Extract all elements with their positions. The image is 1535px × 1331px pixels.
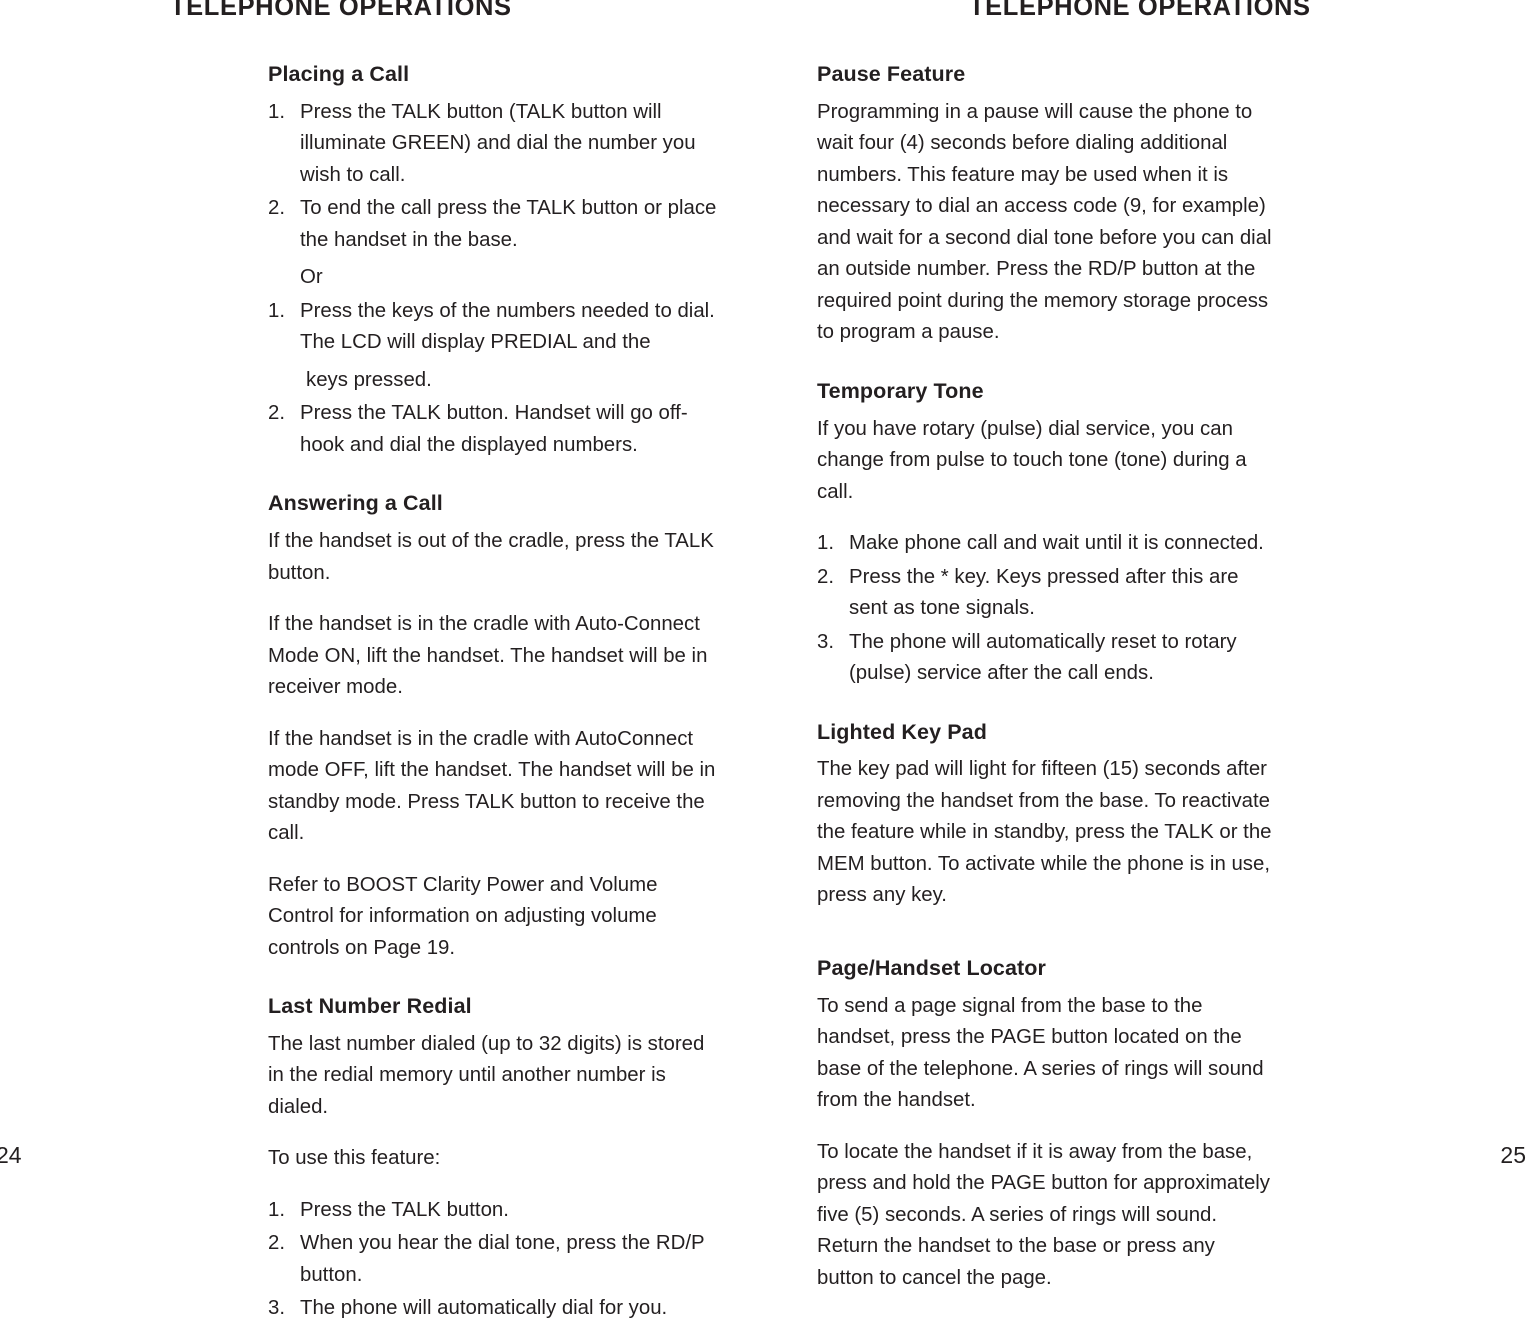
section-heading-placing-a-call: Placing a Call (268, 62, 410, 86)
list-item-text: When you hear the dial tone, press the R… (300, 1232, 705, 1286)
list-item-text: Press the keys of the numbers needed to … (300, 299, 715, 354)
list-item-text: To end the call press the TALK button or… (300, 197, 717, 251)
placing-a-call-steps-second: 1. Press the keys of the numbers needed … (268, 296, 720, 359)
right-page-column: Pause Feature Programming in a pause wil… (817, 62, 1277, 1314)
paragraph: To send a page signal from the base to t… (817, 994, 1264, 1112)
list-item: 1. Make phone call and wait until it is … (817, 528, 1277, 560)
paragraph: If the handset is out of the cradle, pre… (268, 530, 714, 584)
left-page-column: Placing a Call 1. Press the TALK button … (268, 62, 720, 1331)
section-heading-pause-feature: Pause Feature (817, 62, 966, 86)
list-item: 1. Press the TALK button. (268, 1195, 720, 1227)
list-number: 3. (817, 630, 835, 653)
list-item: 3. The phone will automatically dial for… (268, 1293, 720, 1325)
list-item-text: The phone will automatically dial for yo… (300, 1297, 668, 1320)
paragraph: If you have rotary (pulse) dial service,… (817, 417, 1247, 503)
page-number-right: 25 (1500, 1142, 1526, 1168)
list-item: 1. Press the TALK button (TALK button wi… (268, 97, 720, 192)
list-item: 2. Press the * key. Keys pressed after t… (817, 562, 1277, 625)
paragraph: If the handset is in the cradle with Aut… (268, 613, 708, 699)
running-head-left: TELEPHONE OPERATIONS (170, 0, 512, 21)
paragraph: Refer to BOOST Clarity Power and Volume … (268, 873, 658, 959)
placing-a-call-continuation-line: keys pressed. (306, 368, 432, 391)
list-item: 2. When you hear the dial tone, press th… (268, 1228, 720, 1291)
list-item-text: Make phone call and wait until it is con… (849, 532, 1264, 555)
list-item: 3. The phone will automatically reset to… (817, 627, 1277, 690)
section-heading-answering-a-call: Answering a Call (268, 491, 443, 516)
section-heading-page-handset-locator: Page/Handset Locator (817, 955, 1046, 980)
page-number-left: 24 (0, 1142, 22, 1168)
placing-a-call-steps-first: 1. Press the TALK button (TALK button wi… (268, 97, 720, 257)
list-number: 1. (268, 299, 286, 322)
list-item: 2. To end the call press the TALK button… (268, 193, 720, 256)
section-heading-last-number-redial: Last Number Redial (268, 994, 472, 1019)
temporary-tone-steps: 1. Make phone call and wait until it is … (817, 528, 1277, 690)
paragraph: If the handset is in the cradle with Aut… (268, 727, 716, 845)
list-item-text: Press the TALK button (TALK button will … (300, 100, 696, 186)
list-item-text: Press the TALK button. Handset will go o… (300, 402, 688, 456)
list-number: 1. (268, 100, 286, 123)
paragraph: To use this feature: (268, 1147, 441, 1170)
or-divider-label: Or (300, 266, 323, 289)
list-number: 2. (268, 197, 286, 220)
list-number: 1. (268, 1198, 286, 1221)
running-head-right: TELEPHONE OPERATIONS (969, 0, 1311, 21)
list-item-text: Press the * key. Keys pressed after this… (849, 565, 1239, 620)
list-item: 2. Press the TALK button. Handset will g… (268, 398, 720, 461)
list-item: 1. Press the keys of the numbers needed … (268, 296, 720, 359)
list-item-text: The phone will automatically reset to ro… (849, 630, 1237, 685)
list-number: 1. (817, 532, 835, 555)
list-item-text: Press the TALK button. (300, 1198, 509, 1221)
list-number: 2. (817, 565, 835, 588)
paragraph: Programming in a pause will cause the ph… (817, 100, 1272, 344)
paragraph: The last number dialed (up to 32 digits)… (268, 1032, 705, 1118)
paragraph: To locate the handset if it is away from… (817, 1140, 1271, 1289)
paragraph: The key pad will light for fifteen (15) … (817, 758, 1272, 907)
list-number: 3. (268, 1297, 286, 1320)
list-number: 2. (268, 1232, 286, 1255)
section-heading-temporary-tone: Temporary Tone (817, 378, 984, 403)
placing-a-call-steps-third: 2. Press the TALK button. Handset will g… (268, 398, 720, 461)
list-number: 2. (268, 402, 286, 425)
last-number-redial-steps: 1. Press the TALK button. 2. When you he… (268, 1195, 720, 1325)
section-heading-lighted-key-pad: Lighted Key Pad (817, 719, 987, 744)
